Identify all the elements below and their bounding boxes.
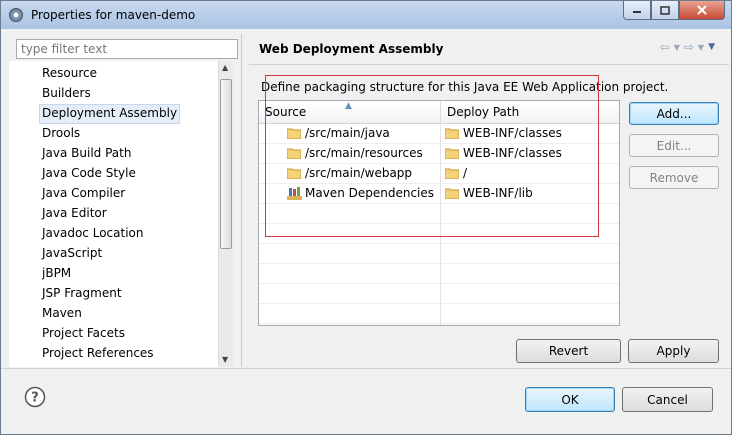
tree-item-drools[interactable]: Drools — [40, 124, 82, 142]
tree-item-java-code-style[interactable]: Java Code Style — [40, 164, 138, 182]
column-header-source-label: Source — [265, 105, 307, 119]
table-row — [259, 223, 619, 244]
back-dropdown-icon[interactable]: ▼ — [674, 43, 680, 52]
help-icon[interactable]: ? — [24, 386, 46, 408]
forward-arrow-icon[interactable]: ⇨ — [684, 40, 694, 54]
table-row[interactable]: /src/main/java WEB-INF/classes — [259, 123, 619, 144]
folder-icon — [287, 128, 301, 139]
tree-item-javascript[interactable]: JavaScript — [40, 244, 104, 262]
properties-gear-icon — [9, 8, 23, 22]
column-header-deploy-path-label: Deploy Path — [447, 105, 520, 119]
tree-item-java-build-path[interactable]: Java Build Path — [40, 144, 133, 162]
tree-item-jsp-fragment[interactable]: JSP Fragment — [40, 284, 124, 302]
remove-button[interactable]: Remove — [629, 166, 719, 189]
forward-dropdown-icon[interactable]: ▼ — [698, 43, 704, 52]
edit-button[interactable]: Edit... — [629, 134, 719, 157]
tree-item-project-references[interactable]: Project References — [40, 344, 156, 362]
row-source: /src/main/resources — [305, 146, 423, 160]
title-bar[interactable]: Properties for maven-demo — [1, 1, 731, 29]
window-controls — [623, 1, 725, 20]
folder-icon — [287, 148, 301, 159]
revert-button[interactable]: Revert — [516, 339, 621, 363]
tree-item-javadoc-location[interactable]: Javadoc Location — [40, 224, 145, 242]
folder-icon — [445, 168, 459, 179]
table-row[interactable]: /src/main/resources WEB-INF/classes — [259, 143, 619, 164]
row-deploy-path: WEB-INF/lib — [463, 186, 533, 200]
folder-icon — [445, 128, 459, 139]
back-arrow-icon[interactable]: ⇦ — [660, 40, 670, 54]
row-deploy-path: WEB-INF/classes — [463, 146, 562, 160]
table-row — [259, 263, 619, 284]
row-source: Maven Dependencies — [305, 186, 435, 200]
close-button[interactable] — [679, 1, 725, 20]
maximize-icon — [660, 5, 670, 15]
row-deploy-path: / — [463, 166, 468, 180]
row-source: /src/main/java — [305, 126, 390, 140]
ok-button[interactable]: OK — [525, 387, 615, 412]
tree-item-java-compiler[interactable]: Java Compiler — [40, 184, 127, 202]
deployment-assembly-table: Source ▲ Deploy Path /src/main/java WEB-… — [258, 100, 620, 326]
tree-item-java-editor[interactable]: Java Editor — [40, 204, 109, 222]
property-page-tree: Resource Builders Deployment Assembly Dr… — [9, 61, 233, 367]
page-title: Web Deployment Assembly — [259, 42, 444, 56]
table-row[interactable]: Maven Dependencies WEB-INF/lib — [259, 183, 619, 204]
panel-divider[interactable] — [241, 34, 242, 367]
sort-ascending-icon: ▲ — [345, 101, 352, 111]
tree-item-resource[interactable]: Resource — [40, 64, 99, 82]
column-header-deploy-path[interactable]: Deploy Path — [441, 101, 619, 123]
tree-item-project-facets[interactable]: Project Facets — [40, 324, 127, 342]
tree-item-maven[interactable]: Maven — [40, 304, 84, 322]
table-row — [259, 283, 619, 304]
history-navigation: ⇦ ▼ ⇨ ▼ ▼ — [660, 40, 715, 54]
minimize-icon — [633, 11, 641, 13]
folder-icon — [287, 168, 301, 179]
minimize-button[interactable] — [623, 1, 651, 20]
page-header: Web Deployment Assembly ⇦ ▼ ⇨ ▼ ▼ — [249, 34, 729, 65]
maximize-button[interactable] — [651, 1, 679, 20]
table-header: Source ▲ Deploy Path — [259, 101, 619, 124]
tree-item-deployment-assembly[interactable]: Deployment Assembly — [39, 104, 181, 124]
row-deploy-path: WEB-INF/classes — [463, 126, 562, 140]
column-header-source[interactable]: Source ▲ — [259, 101, 441, 123]
cancel-button[interactable]: Cancel — [622, 387, 713, 412]
filter-input[interactable] — [16, 39, 238, 59]
tree-item-builders[interactable]: Builders — [40, 84, 93, 102]
table-row — [259, 303, 619, 324]
close-icon — [697, 5, 707, 15]
scroll-up-arrow-icon[interactable]: ▲ — [222, 63, 228, 72]
tree-scrollbar[interactable]: ▲ ▼ — [218, 61, 233, 367]
apply-button[interactable]: Apply — [628, 339, 719, 363]
table-row — [259, 203, 619, 224]
dialog-button-bar-divider — [1, 368, 731, 369]
table-row[interactable]: /src/main/webapp / — [259, 163, 619, 184]
folder-icon — [445, 188, 459, 199]
folder-icon — [445, 148, 459, 159]
library-icon — [287, 187, 302, 200]
properties-dialog: Properties for maven-demo Resource Build… — [0, 0, 732, 435]
scrollbar-thumb[interactable] — [220, 79, 232, 249]
window-title: Properties for maven-demo — [31, 8, 196, 22]
table-row — [259, 243, 619, 264]
svg-text:?: ? — [31, 391, 39, 406]
tree-item-jbpm[interactable]: jBPM — [40, 264, 73, 282]
view-menu-icon[interactable]: ▼ — [708, 42, 715, 52]
add-button[interactable]: Add... — [629, 102, 719, 125]
scroll-down-arrow-icon[interactable]: ▼ — [222, 355, 228, 364]
page-description: Define packaging structure for this Java… — [261, 80, 669, 94]
row-source: /src/main/webapp — [305, 166, 413, 180]
